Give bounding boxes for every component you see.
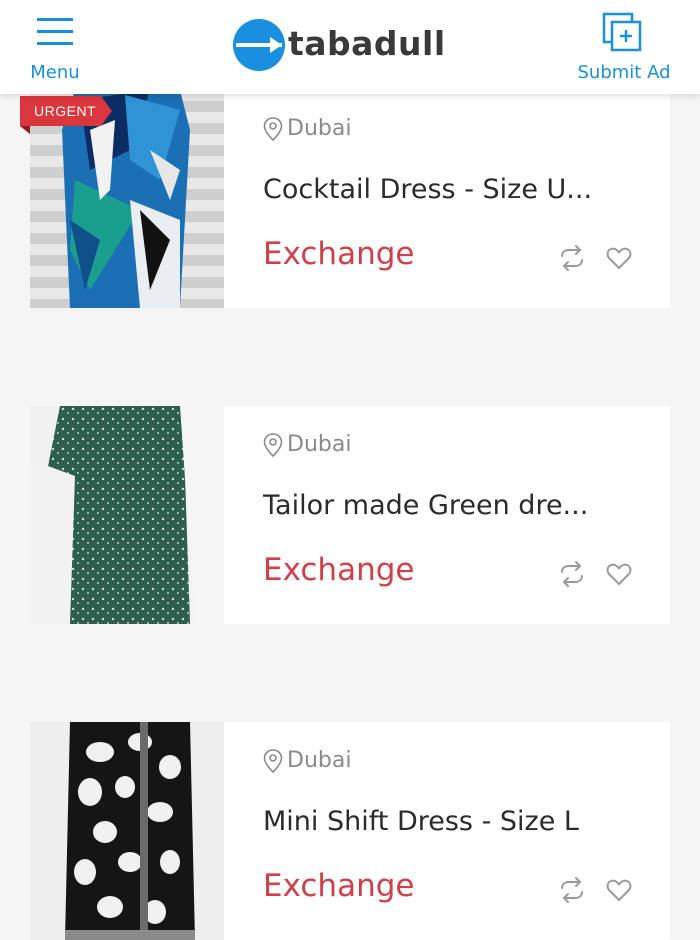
- listing-image[interactable]: [30, 722, 224, 940]
- location-text: Dubai: [287, 116, 352, 141]
- swap-icon[interactable]: [558, 244, 586, 272]
- badge-fold: [20, 126, 30, 134]
- map-pin-icon: [263, 116, 283, 141]
- listing-card[interactable]: Dubai Tailor made Green dre... Exchange: [30, 406, 670, 624]
- logo-text: tabadull: [288, 24, 446, 63]
- location-text: Dubai: [287, 748, 352, 773]
- listing-location: Dubai: [263, 432, 351, 457]
- listing-title[interactable]: Cocktail Dress - Size U...: [263, 174, 643, 205]
- logo-mark-icon: [233, 19, 285, 71]
- swap-icon[interactable]: [558, 876, 586, 904]
- urgent-badge: URGENT: [20, 96, 112, 126]
- swap-icon[interactable]: [558, 560, 586, 588]
- heart-icon[interactable]: [605, 876, 633, 904]
- listing-location: Dubai: [263, 116, 351, 141]
- listing-title[interactable]: Mini Shift Dress - Size L: [263, 806, 643, 837]
- menu-button[interactable]: Menu: [22, 10, 88, 88]
- map-pin-icon: [263, 432, 283, 457]
- listing-price: Exchange: [263, 552, 415, 588]
- listing-price: Exchange: [263, 868, 415, 904]
- map-pin-icon: [263, 748, 283, 773]
- menu-label: Menu: [30, 62, 80, 83]
- submit-ad-button[interactable]: Submit Ad: [572, 10, 676, 88]
- listing-card[interactable]: URGENT Dubai Cocktail Dress - Size U... …: [20, 90, 670, 308]
- heart-icon[interactable]: [605, 244, 633, 272]
- listing-image[interactable]: [30, 406, 224, 624]
- location-text: Dubai: [287, 432, 352, 457]
- hamburger-icon: [37, 18, 73, 45]
- add-ad-icon: [602, 12, 642, 52]
- listing-card[interactable]: Dubai Mini Shift Dress - Size L Exchange: [30, 722, 670, 940]
- heart-icon[interactable]: [605, 560, 633, 588]
- listing-title[interactable]: Tailor made Green dre...: [263, 490, 643, 521]
- logo[interactable]: tabadull: [232, 18, 445, 74]
- app-header: Menu tabadull Submit Ad: [0, 0, 700, 94]
- listing-price: Exchange: [263, 236, 415, 272]
- listing-location: Dubai: [263, 748, 351, 773]
- submit-ad-label: Submit Ad: [577, 62, 671, 83]
